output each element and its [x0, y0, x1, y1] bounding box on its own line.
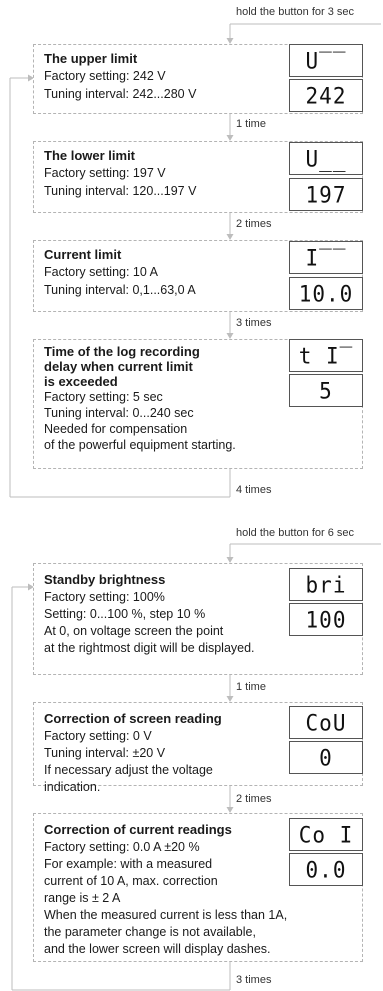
- block-line: Factory setting: 100%: [44, 590, 165, 604]
- upper-screen-display: Co I: [289, 818, 363, 851]
- lower-screen-display: 100: [289, 603, 363, 636]
- block-title: Current limit: [44, 247, 122, 262]
- block-line: at the rightmost digit will be displayed…: [44, 641, 255, 655]
- block-line: Setting: 0...100 %, step 10 %: [44, 607, 206, 621]
- block-line: Factory setting: 5 sec: [44, 390, 163, 404]
- upper-screen-display: CoU: [289, 706, 363, 739]
- block-title: Standby brightness: [44, 572, 166, 587]
- block-title: The lower limit: [44, 148, 136, 163]
- block-line: Tuning interval: 120...197 V: [44, 184, 197, 198]
- press-count-label: 3 times: [236, 317, 272, 329]
- settings-flow-diagram: hold the button for 3 sec The upper limi…: [0, 0, 383, 991]
- press-count-label: 4 times: [236, 484, 272, 496]
- press-count-label: 1 time: [236, 681, 266, 693]
- block-line: At 0, on voltage screen the point: [44, 624, 224, 638]
- upper-screen-display: t I‾: [289, 339, 363, 372]
- block-title: is exceeded: [44, 374, 118, 389]
- block-title: The upper limit: [44, 51, 138, 66]
- block-title: Time of the log recording: [44, 344, 200, 359]
- block-line: Factory setting: 10 A: [44, 265, 158, 279]
- block-line: Factory setting: 0.0 A ±20 %: [44, 840, 200, 854]
- press-count-label: 2 times: [236, 218, 272, 230]
- upper-screen-display: U‾‾: [289, 44, 363, 77]
- upper-screen-display: I‾‾: [289, 241, 363, 274]
- block-title: Correction of current readings: [44, 822, 232, 837]
- lower-screen-display: 0: [289, 741, 363, 774]
- block-line: When the measured current is less than 1…: [44, 908, 288, 922]
- block-line: of the powerful equipment starting.: [44, 438, 236, 452]
- block-line: Factory setting: 242 V: [44, 69, 166, 83]
- block-line: current of 10 A, max. correction: [44, 874, 218, 888]
- press-count-label: 3 times: [236, 974, 272, 986]
- block-line: Tuning interval: 0,1...63,0 A: [44, 283, 196, 297]
- block-line: Tuning interval: 242...280 V: [44, 87, 197, 101]
- lower-screen-display: 0.0: [289, 853, 363, 886]
- lower-screen-display: 197: [289, 178, 363, 211]
- lower-screen-display: 5: [289, 374, 363, 407]
- block-line: Tuning interval: ±20 V: [44, 746, 166, 760]
- hold-3-sec-label: hold the button for 3 sec: [236, 6, 355, 18]
- block-line: For example: with a measured: [44, 857, 213, 871]
- upper-screen-display: bri: [289, 568, 363, 601]
- block-line: Needed for compensation: [44, 422, 188, 436]
- press-count-label: 1 time: [236, 118, 266, 130]
- block-line: Factory setting: 197 V: [44, 166, 166, 180]
- block-line: the parameter change is not available,: [44, 925, 256, 939]
- lower-screen-display: 10.0: [289, 277, 363, 310]
- hold-6-sec-label: hold the button for 6 sec: [236, 527, 355, 539]
- block-line: and the lower screen will display dashes…: [44, 942, 271, 956]
- block-title: Correction of screen reading: [44, 711, 222, 726]
- upper-screen-display: U__: [289, 142, 363, 175]
- block-line: indication.: [44, 780, 101, 794]
- block-title: delay when current limit: [44, 359, 193, 374]
- block-line: range is ± 2 A: [44, 891, 121, 905]
- press-count-label: 2 times: [236, 793, 272, 805]
- block-line: Factory setting: 0 V: [44, 729, 152, 743]
- block-line: If necessary adjust the voltage: [44, 763, 213, 777]
- lower-screen-display: 242: [289, 79, 363, 112]
- block-line: Tuning interval: 0...240 sec: [44, 406, 194, 420]
